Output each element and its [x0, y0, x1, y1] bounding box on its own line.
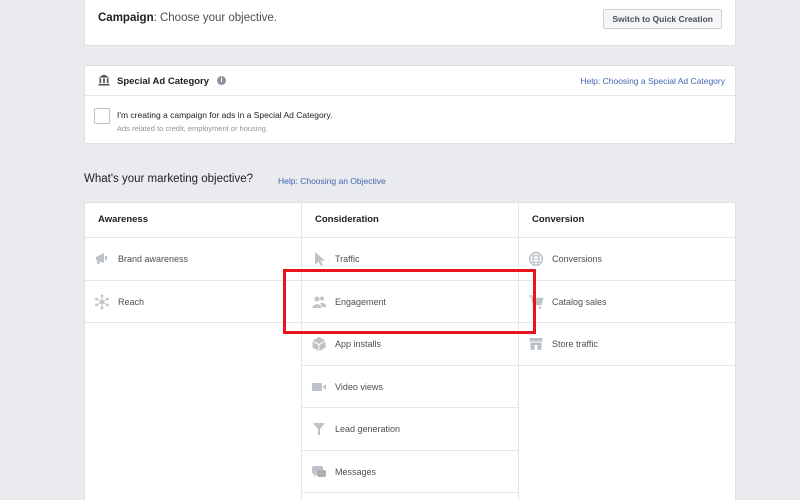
box-icon [312, 337, 326, 351]
info-icon[interactable]: i [217, 76, 226, 85]
consideration-column: Consideration Traffic Engagement App ins… [302, 203, 519, 500]
store-icon [529, 338, 543, 350]
campaign-title-bold: Campaign [98, 12, 154, 24]
people-icon [312, 296, 326, 308]
choosing-objective-help-link[interactable]: Help: Choosing an Objective [278, 176, 386, 186]
conversion-header: Conversion [519, 203, 735, 238]
objective-catalog-sales[interactable]: Catalog sales [519, 281, 735, 323]
objective-label: Lead generation [335, 424, 401, 434]
cursor-icon [315, 252, 325, 266]
shopping-cart-icon [529, 294, 544, 309]
objective-conversions[interactable]: Conversions [519, 238, 735, 281]
special-ad-category-checkbox-subtext: Ads related to credit, employment or hou… [117, 124, 268, 133]
campaign-header-card: Campaign: Choose your objective. Switch … [84, 0, 736, 46]
objective-label: Engagement [335, 296, 387, 307]
filter-icon [313, 423, 325, 435]
objective-store-traffic[interactable]: Store traffic [519, 323, 735, 366]
objective-engagement[interactable]: Engagement [302, 281, 518, 323]
special-ad-category-header: Special Ad Category i Help: Choosing a S… [85, 66, 735, 96]
special-ad-category-checkbox-label: I'm creating a campaign for ads in a Spe… [117, 110, 333, 120]
objective-app-installs[interactable]: App installs [302, 323, 518, 366]
megaphone-icon [96, 253, 107, 264]
objective-label: Video views [335, 381, 383, 392]
objective-messages[interactable]: Messages [302, 451, 518, 493]
objective-label: App installs [335, 339, 382, 349]
objective-lead-generation[interactable]: Lead generation [302, 408, 518, 451]
reach-icon [95, 294, 109, 309]
objectives-table: Awareness Brand awareness Reach Consider… [84, 202, 736, 500]
campaign-title-rest: : Choose your objective. [153, 12, 277, 24]
consideration-header: Consideration [302, 203, 518, 238]
awareness-header: Awareness [85, 203, 301, 238]
marketing-objective-question: What's your marketing objective? [84, 173, 254, 185]
objective-label: Conversions [552, 254, 603, 264]
objective-brand-awareness[interactable]: Brand awareness [85, 238, 301, 281]
special-ad-category-help-link[interactable]: Help: Choosing a Special Ad Category [580, 76, 725, 86]
objective-video-views[interactable]: Video views [302, 366, 518, 408]
globe-icon [528, 251, 544, 267]
objective-label: Reach [118, 296, 145, 307]
objective-label: Brand awareness [118, 254, 189, 264]
awareness-column: Awareness Brand awareness Reach [85, 203, 302, 500]
chat-icon [312, 465, 326, 477]
objective-label: Store traffic [552, 339, 598, 349]
objective-label: Traffic [335, 254, 360, 264]
special-ad-category-title: Special Ad Category [117, 76, 210, 87]
objective-label: Catalog sales [552, 296, 607, 307]
objective-label: Messages [335, 466, 377, 477]
video-camera-icon [312, 382, 326, 391]
special-ad-category-card: Special Ad Category i Help: Choosing a S… [84, 65, 736, 144]
special-ad-category-checkbox[interactable] [94, 108, 110, 124]
switch-to-quick-creation-button[interactable]: Switch to Quick Creation [603, 9, 722, 29]
objective-traffic[interactable]: Traffic [302, 238, 518, 281]
conversion-column: Conversion Conversions Catalog sales Sto… [519, 203, 735, 500]
campaign-title: Campaign: Choose your objective. [98, 12, 277, 24]
objective-reach[interactable]: Reach [85, 281, 301, 323]
bank-icon [98, 74, 110, 86]
